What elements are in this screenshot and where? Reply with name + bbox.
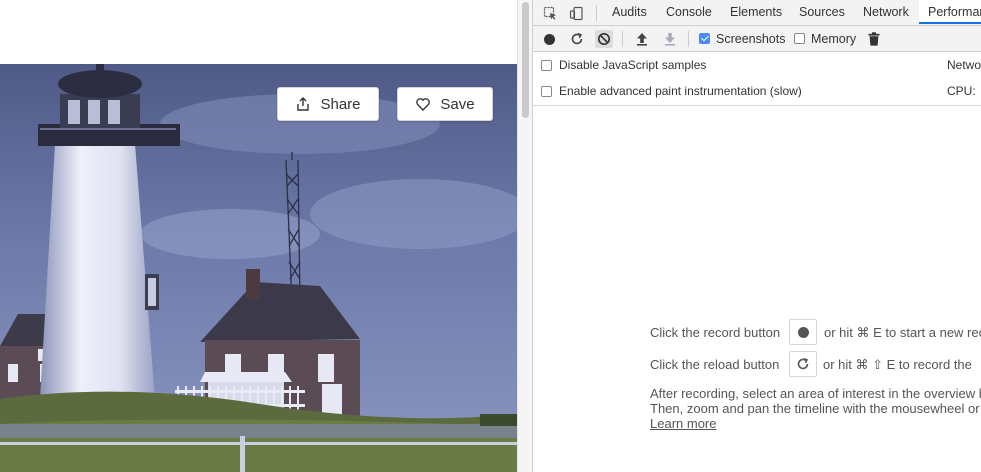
clear-icon — [597, 32, 611, 46]
landing-record-button[interactable] — [789, 319, 817, 345]
scrollbar-thumb[interactable] — [522, 2, 529, 118]
heart-icon — [415, 96, 431, 112]
after-recording-line-2: Then, zoom and pan the timeline with the… — [650, 401, 980, 416]
devtools-tab-bar: Audits Console Elements Sources Network … — [533, 0, 981, 26]
trash-icon — [868, 32, 880, 46]
disable-js-samples-checkbox[interactable] — [541, 60, 552, 71]
reload-instruction-prefix: Click the reload button — [650, 357, 780, 372]
load-profile-button[interactable] — [633, 30, 651, 48]
download-icon — [665, 33, 675, 46]
memory-checkbox[interactable] — [794, 33, 805, 44]
reload-icon — [571, 32, 583, 45]
share-icon — [295, 96, 311, 112]
memory-label: Memory — [811, 32, 857, 46]
reload-icon — [797, 357, 809, 370]
page-scrollbar[interactable] — [517, 0, 532, 472]
advanced-paint-checkbox[interactable] — [541, 86, 552, 97]
device-toolbar-icon[interactable] — [567, 4, 585, 22]
disable-js-samples-label: Disable JavaScript samples — [559, 58, 707, 72]
network-throttle-label: Netwo — [947, 58, 981, 72]
share-button[interactable]: Share — [277, 87, 379, 121]
reload-instruction-suffix: or hit ⌘ ⇧ E to record the — [823, 357, 972, 372]
upload-icon — [637, 33, 647, 46]
tab-performance[interactable]: Performance — [919, 0, 981, 24]
tab-separator — [596, 5, 597, 21]
reload-record-button[interactable] — [568, 30, 586, 48]
record-instruction-suffix: or hit ⌘ E to start a new reco — [824, 325, 981, 340]
record-icon — [543, 33, 555, 45]
devtools-panel: Audits Console Elements Sources Network … — [532, 0, 981, 472]
landing-reload-button[interactable] — [789, 351, 817, 377]
cpu-throttle-label: CPU: — [947, 84, 976, 98]
toolbar-separator — [622, 31, 623, 47]
record-icon — [797, 326, 809, 338]
share-label: Share — [320, 95, 361, 113]
learn-more-link[interactable]: Learn more — [650, 416, 716, 431]
collect-garbage-button[interactable] — [865, 30, 883, 48]
tab-audits[interactable]: Audits — [612, 0, 647, 25]
inspect-element-icon[interactable] — [541, 4, 559, 22]
save-button[interactable]: Save — [397, 87, 493, 121]
advanced-paint-label: Enable advanced paint instrumentation (s… — [559, 84, 802, 98]
capture-settings: Disable JavaScript samples Netwo Enable … — [533, 52, 981, 106]
save-profile-button[interactable] — [661, 30, 679, 48]
save-label: Save — [440, 95, 475, 113]
record-instruction-prefix: Click the record button — [650, 325, 781, 340]
tab-sources[interactable]: Sources — [799, 0, 845, 25]
after-recording-line-1: After recording, select an area of inter… — [650, 386, 981, 401]
clear-button[interactable] — [595, 30, 613, 48]
screenshots-label: Screenshots — [716, 32, 786, 46]
toolbar-separator — [688, 31, 689, 47]
lighthouse-photo — [0, 64, 517, 472]
web-page: Share Save — [0, 0, 517, 472]
record-button[interactable] — [540, 30, 558, 48]
tab-elements[interactable]: Elements — [730, 0, 782, 25]
performance-toolbar: Screenshots Memory — [533, 26, 981, 52]
tab-network[interactable]: Network — [863, 0, 909, 25]
screenshots-checkbox[interactable] — [699, 33, 710, 44]
tab-console[interactable]: Console — [666, 0, 712, 25]
